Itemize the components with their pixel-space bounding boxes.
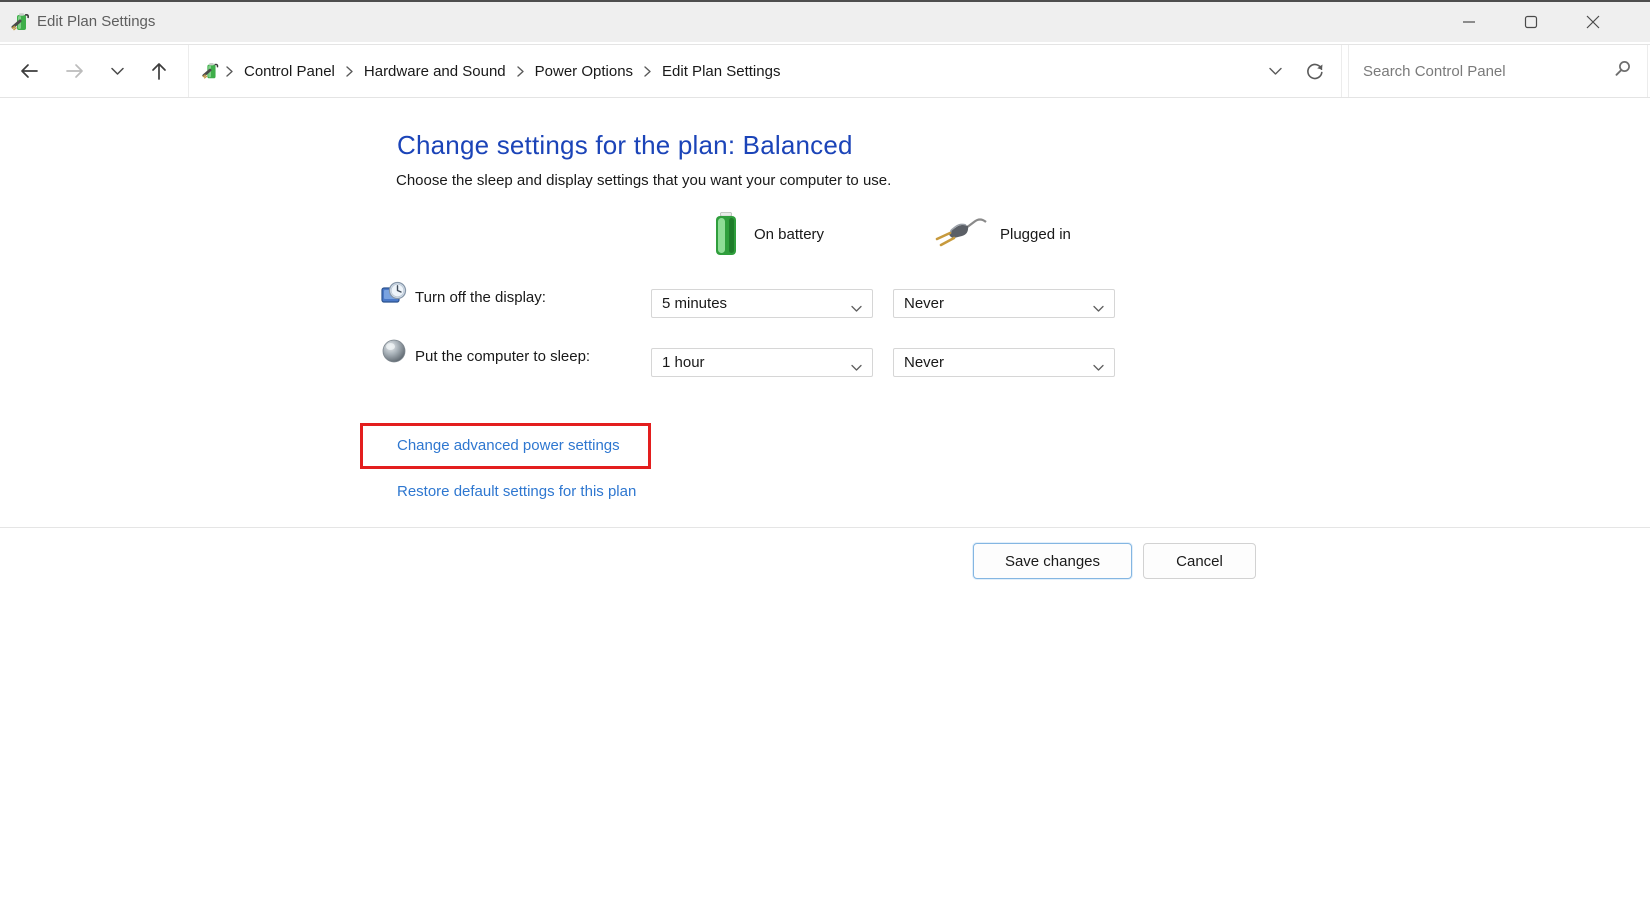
plugged-in-column-header: Plugged in — [1000, 226, 1071, 243]
display-on-battery-value: 5 minutes — [662, 295, 728, 312]
chevron-down-icon — [1093, 300, 1104, 317]
sleep-icon — [381, 338, 407, 369]
edit-plan-settings-window: Edit Plan Settings Control Panel Hardwar… — [0, 0, 1650, 924]
maximize-icon — [1524, 15, 1538, 29]
address-bar[interactable]: Control Panel Hardware and Sound Power O… — [188, 45, 1342, 97]
sleep-plugged-in-value: Never — [904, 354, 945, 371]
plug-icon — [932, 216, 990, 255]
sleep-plugged-in-dropdown[interactable]: Never — [893, 348, 1115, 377]
previous-locations-button[interactable] — [1255, 45, 1295, 97]
title-bar: Edit Plan Settings — [0, 0, 1650, 42]
up-arrow-icon — [152, 63, 166, 80]
chevron-down-icon — [851, 300, 862, 317]
breadcrumb-edit-plan-settings[interactable]: Edit Plan Settings — [656, 63, 786, 80]
computer-sleep-label: Put the computer to sleep: — [415, 348, 591, 365]
recent-pages-button[interactable] — [100, 45, 134, 97]
display-timeout-icon — [380, 279, 408, 312]
refresh-icon — [1307, 63, 1323, 80]
save-changes-button[interactable]: Save changes — [973, 543, 1132, 579]
display-plugged-in-value: Never — [904, 295, 945, 312]
restore-default-settings-link[interactable]: Restore default settings for this plan — [397, 483, 636, 500]
breadcrumb-chevron-icon — [226, 65, 233, 77]
breadcrumb-chevron-icon — [346, 65, 353, 77]
sleep-on-battery-value: 1 hour — [662, 354, 705, 371]
on-battery-column-header: On battery — [754, 226, 825, 243]
chevron-down-icon — [1268, 67, 1282, 75]
cancel-button[interactable]: Cancel — [1143, 543, 1256, 579]
navigation-bar: Control Panel Hardware and Sound Power O… — [0, 44, 1650, 98]
power-plan-breadcrumb-icon — [201, 61, 221, 81]
breadcrumb-control-panel[interactable]: Control Panel — [238, 63, 341, 80]
window-title: Edit Plan Settings — [37, 13, 156, 30]
search-input[interactable] — [1349, 62, 1614, 80]
chevron-down-icon — [851, 359, 862, 376]
display-on-battery-dropdown[interactable]: 5 minutes — [651, 289, 873, 318]
breadcrumb-chevron-icon — [516, 65, 524, 77]
sleep-on-battery-dropdown[interactable]: 1 hour — [651, 348, 873, 377]
search-box — [1348, 45, 1648, 97]
minimize-icon — [1463, 21, 1475, 23]
close-icon — [1586, 15, 1600, 29]
breadcrumb-hardware-and-sound[interactable]: Hardware and Sound — [358, 63, 512, 80]
page-title: Change settings for the plan: Balanced — [397, 130, 853, 160]
close-button[interactable] — [1562, 2, 1624, 42]
forward-button[interactable] — [56, 45, 94, 97]
back-arrow-icon — [21, 64, 38, 78]
change-advanced-power-settings-link[interactable]: Change advanced power settings — [397, 437, 620, 454]
minimize-button[interactable] — [1438, 2, 1500, 42]
maximize-button[interactable] — [1500, 2, 1562, 42]
turn-off-display-label: Turn off the display: — [415, 289, 546, 306]
breadcrumb-power-options[interactable]: Power Options — [529, 63, 639, 80]
window-controls — [1438, 2, 1624, 42]
refresh-button[interactable] — [1295, 45, 1335, 97]
breadcrumb-chevron-icon — [644, 65, 651, 77]
display-plugged-in-dropdown[interactable]: Never — [893, 289, 1115, 318]
page-description: Choose the sleep and display settings th… — [396, 172, 892, 189]
forward-arrow-icon — [66, 64, 83, 78]
footer-divider — [0, 527, 1650, 528]
chevron-down-icon — [1093, 359, 1104, 376]
up-button[interactable] — [140, 45, 178, 97]
search-icon[interactable] — [1614, 60, 1631, 82]
power-plan-icon — [10, 11, 32, 33]
back-button[interactable] — [10, 45, 48, 97]
chevron-down-icon — [110, 67, 124, 75]
battery-icon — [712, 211, 740, 262]
